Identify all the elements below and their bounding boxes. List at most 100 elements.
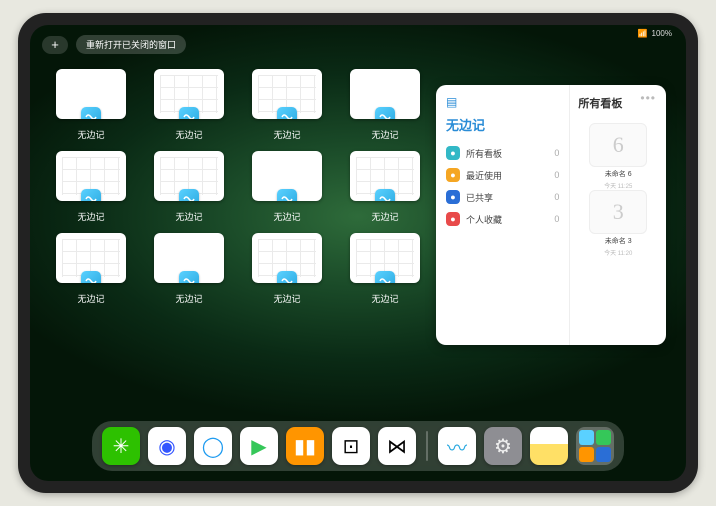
panel-title: 无边记	[446, 115, 559, 134]
freeform-icon	[375, 271, 395, 283]
dock: ✳◉◯▶▮▮⊡⋈ 〰⚙	[92, 421, 624, 471]
freeform-icon[interactable]: 〰	[438, 427, 476, 465]
window-label: 无边记	[371, 292, 398, 305]
books-icon[interactable]: ▮▮	[286, 427, 324, 465]
screen: 📶 100% + 重新打开已关闭的窗口 无边记无边记无边记无边记无边记无边记无边…	[30, 25, 686, 481]
window-label: 无边记	[175, 292, 202, 305]
window-label: 无边记	[175, 128, 202, 141]
play-icon[interactable]: ▶	[240, 427, 278, 465]
window-preview	[154, 233, 224, 283]
battery-label: 100%	[652, 29, 672, 38]
board-time: 今天 11:25	[604, 181, 632, 190]
category-icon: ●	[446, 190, 460, 204]
window-label: 无边记	[371, 128, 398, 141]
window-preview	[350, 233, 420, 283]
window-thumbnail[interactable]: 无边记	[154, 69, 224, 145]
panel-content: ••• 所有看板 6未命名 6今天 11:253未命名 3今天 11:20	[569, 85, 666, 345]
settings-icon[interactable]: ⚙	[484, 427, 522, 465]
window-preview	[350, 151, 420, 201]
window-label: 无边记	[77, 210, 104, 223]
window-label: 无边记	[273, 128, 300, 141]
freeform-icon	[277, 271, 297, 283]
sidebar-item-count: 0	[554, 170, 559, 180]
window-thumbnail[interactable]: 无边记	[252, 233, 322, 309]
window-thumbnail[interactable]: 无边记	[56, 233, 126, 309]
freeform-icon	[179, 107, 199, 119]
window-preview	[154, 151, 224, 201]
sidebar-item[interactable]: ● 个人收藏 0	[446, 208, 559, 230]
sidebar-item[interactable]: ● 最近使用 0	[446, 164, 559, 186]
dock-separator	[426, 431, 428, 461]
ipad-frame: 📶 100% + 重新打开已关闭的窗口 无边记无边记无边记无边记无边记无边记无边…	[18, 13, 698, 493]
freeform-icon	[179, 271, 199, 283]
dice-icon[interactable]: ⊡	[332, 427, 370, 465]
window-thumbnail[interactable]: 无边记	[56, 151, 126, 227]
window-thumbnail[interactable]: 无边记	[350, 69, 420, 145]
board-time: 今天 11:20	[604, 248, 632, 257]
window-preview	[252, 69, 322, 119]
window-preview	[56, 151, 126, 201]
window-thumbnail[interactable]: 无边记	[252, 69, 322, 145]
board-thumbnail: 3	[589, 190, 647, 234]
reopen-closed-window-button[interactable]: 重新打开已关闭的窗口	[76, 35, 186, 54]
sidebar-item-label: 所有看板	[466, 147, 502, 160]
sidebar-item-label: 最近使用	[466, 169, 502, 182]
connect-icon[interactable]: ⋈	[378, 427, 416, 465]
freeform-icon	[277, 189, 297, 201]
window-label: 无边记	[371, 210, 398, 223]
window-thumbnail[interactable]: 无边记	[154, 151, 224, 227]
window-thumbnail[interactable]: 无边记	[56, 69, 126, 145]
window-preview	[154, 69, 224, 119]
freeform-icon	[375, 189, 395, 201]
freeform-icon	[179, 189, 199, 201]
window-label: 无边记	[273, 210, 300, 223]
category-icon: ●	[446, 146, 460, 160]
window-thumbnail[interactable]: 无边记	[154, 233, 224, 309]
qqbrowser-icon[interactable]: ◯	[194, 427, 232, 465]
sidebar-item[interactable]: ● 所有看板 0	[446, 142, 559, 164]
window-thumbnail[interactable]: 无边记	[350, 233, 420, 309]
freeform-icon	[81, 271, 101, 283]
category-icon: ●	[446, 212, 460, 226]
sidebar-item-count: 0	[554, 192, 559, 202]
window-preview	[56, 69, 126, 119]
freeform-icon	[375, 107, 395, 119]
window-preview	[252, 233, 322, 283]
top-bar: + 重新打开已关闭的窗口	[42, 35, 186, 54]
window-preview	[56, 233, 126, 283]
window-label: 无边记	[175, 210, 202, 223]
window-thumbnail[interactable]: 无边记	[252, 151, 322, 227]
window-switcher-grid: 无边记无边记无边记无边记无边记无边记无边记无边记无边记无边记无边记无边记	[56, 69, 426, 309]
quark-icon[interactable]: ◉	[148, 427, 186, 465]
sidebar-item-count: 0	[554, 148, 559, 158]
status-bar: 📶 100%	[638, 29, 672, 38]
wechat-icon[interactable]: ✳	[102, 427, 140, 465]
category-icon: ●	[446, 168, 460, 182]
sidebar-item-label: 已共享	[466, 191, 493, 204]
sidebar-item-label: 个人收藏	[466, 213, 502, 226]
board-item[interactable]: 3 未命名 3 今天 11:20	[578, 190, 658, 257]
window-label: 无边记	[77, 292, 104, 305]
more-icon[interactable]: •••	[640, 91, 656, 105]
window-preview	[252, 151, 322, 201]
freeform-icon	[81, 189, 101, 201]
board-thumbnail: 6	[589, 123, 647, 167]
notes-icon[interactable]	[530, 427, 568, 465]
app-library-icon[interactable]	[576, 427, 614, 465]
window-label: 无边记	[273, 292, 300, 305]
sidebar-item[interactable]: ● 已共享 0	[446, 186, 559, 208]
wifi-icon: 📶	[638, 29, 648, 38]
window-preview	[350, 69, 420, 119]
window-thumbnail[interactable]: 无边记	[350, 151, 420, 227]
panel-sidebar: ▤ 无边记 ● 所有看板 0 ● 最近使用 0 ● 已共享 0 ● 个人收藏 0	[436, 85, 569, 345]
new-window-button[interactable]: +	[42, 36, 68, 54]
sidebar-item-count: 0	[554, 214, 559, 224]
freeform-icon	[81, 107, 101, 119]
freeform-icon	[277, 107, 297, 119]
board-label: 未命名 3	[605, 236, 632, 246]
sidebar-toggle-icon[interactable]: ▤	[446, 95, 457, 109]
freeform-panel: ▤ 无边记 ● 所有看板 0 ● 最近使用 0 ● 已共享 0 ● 个人收藏 0 ••• 所有看板 6…	[436, 85, 666, 345]
board-label: 未命名 6	[605, 169, 632, 179]
board-item[interactable]: 6 未命名 6 今天 11:25	[578, 123, 658, 190]
window-label: 无边记	[77, 128, 104, 141]
